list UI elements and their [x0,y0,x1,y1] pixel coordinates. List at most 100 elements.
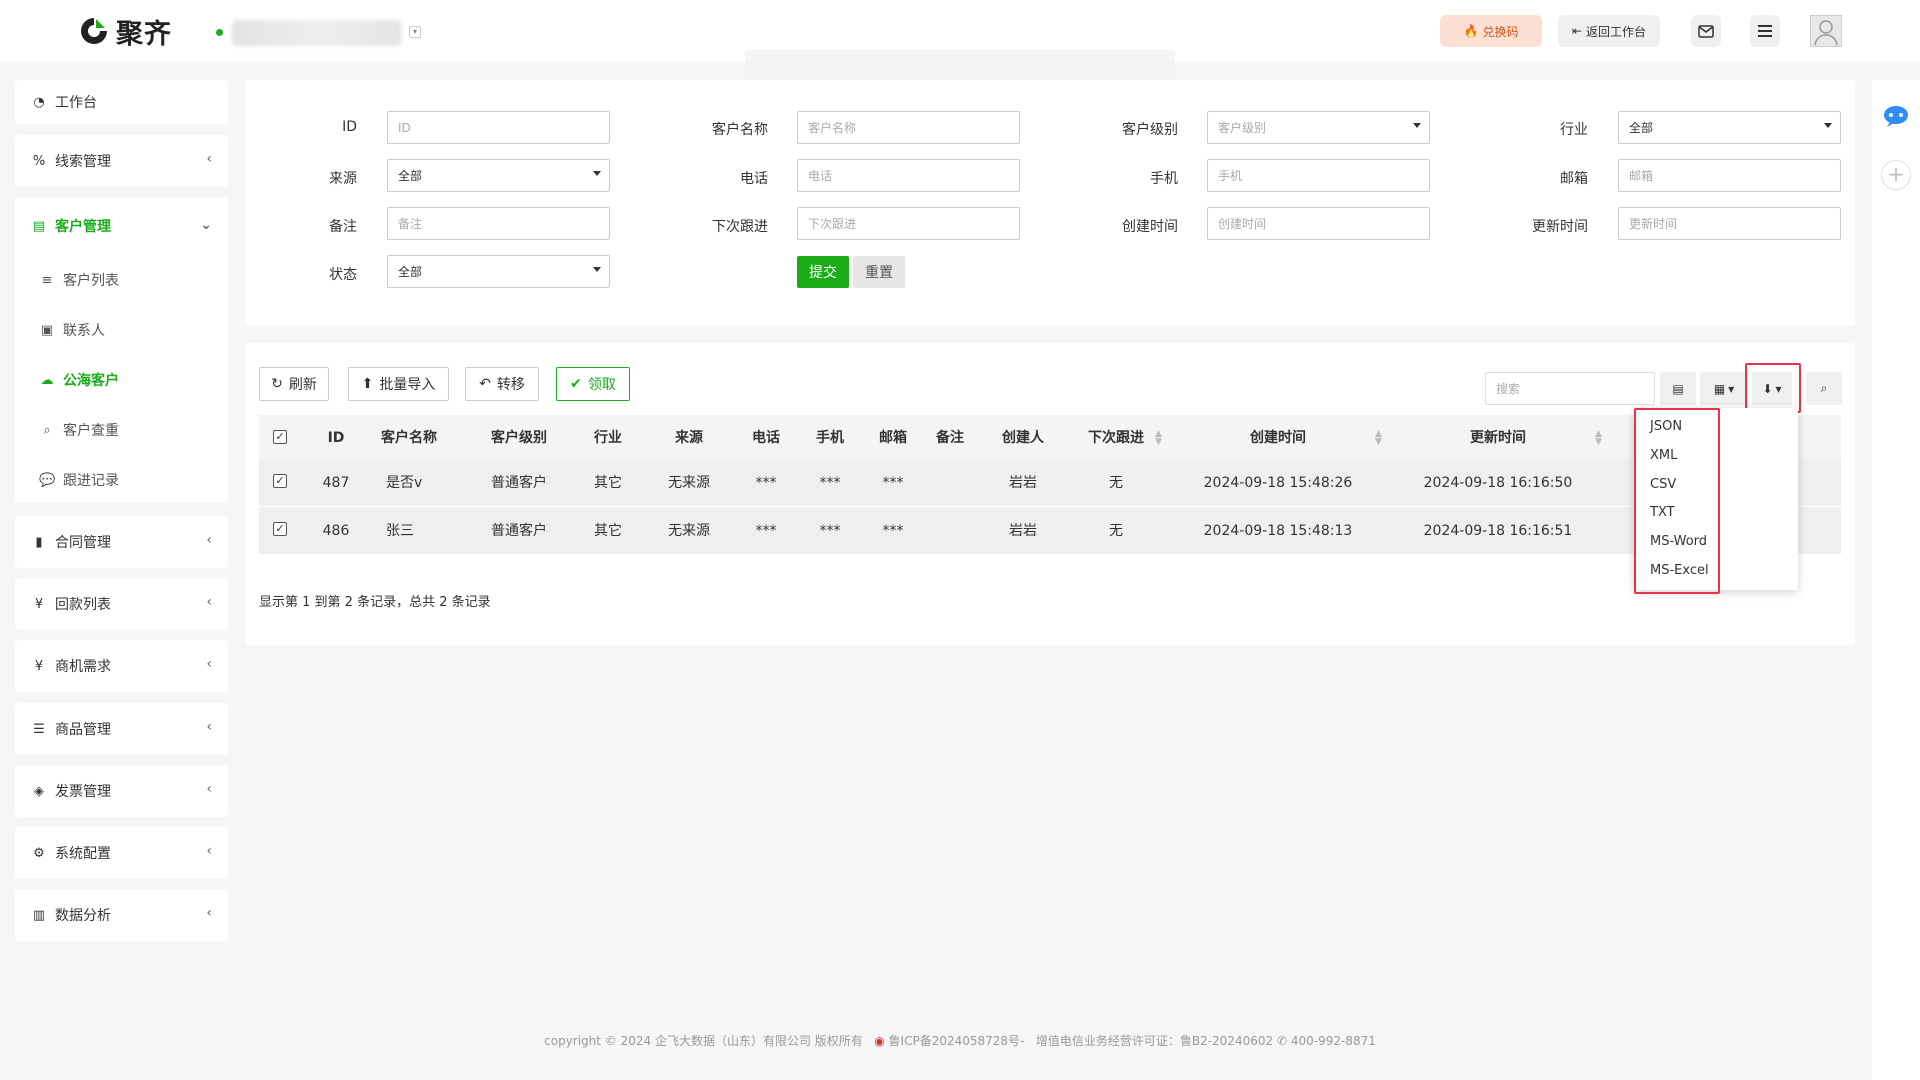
filter-label-next-followup: 下次跟进 [712,219,768,235]
sidebar-item-invoices[interactable]: ◈ 发票管理 ‹ [15,765,228,817]
row-checkbox[interactable]: ✓ [273,522,287,536]
sidebar-item-label: 工作台 [55,95,97,111]
company-switcher[interactable] [232,20,402,46]
sidebar-item-payments[interactable]: ¥ 回款列表 ‹ [15,578,228,630]
submit-button[interactable]: 提交 [797,256,849,288]
logo-icon [81,18,107,44]
sidebar-item-workbench[interactable]: ◔ 工作台 [15,80,228,124]
source-select[interactable]: 全部 [387,159,610,192]
filter-label-created: 创建时间 [1122,219,1178,235]
sort-icon[interactable]: ▲ ▼ [1595,430,1602,447]
redeem-code-button[interactable]: 🔥 兑换码 [1440,15,1542,47]
cell-industry: 其它 [594,475,622,491]
sidebar-subitem-customer-list[interactable]: ≡ 客户列表 [15,255,228,305]
toggle-view-button[interactable]: ▤ [1660,372,1696,405]
filter-label-remark: 备注 [329,219,357,235]
back-icon: ⇤ [1571,24,1583,38]
reset-button[interactable]: 重置 [853,256,905,288]
col-email[interactable]: 邮箱 [873,428,913,448]
col-name[interactable]: 客户名称 [374,428,444,448]
col-updated[interactable]: 更新时间 [1463,428,1533,448]
chevron-left-icon: ‹ [206,781,212,797]
sidebar-subitem-public-customers[interactable]: ☁ 公海客户 [15,355,228,405]
col-mobile[interactable]: 手机 [810,428,850,448]
sort-icon[interactable]: ▲ ▼ [1375,430,1382,447]
col-remark[interactable]: 备注 [930,428,970,448]
col-id[interactable]: ID [323,428,349,448]
email-field[interactable]: 邮箱 [1618,159,1841,192]
cell-source: 无来源 [668,523,710,539]
back-to-workbench-button[interactable]: ⇤ 返回工作台 [1558,15,1660,47]
advanced-search-button[interactable]: ⌕ [1806,372,1842,405]
brand-name: 聚齐 [116,18,172,50]
select-value: 全部 [1629,121,1654,135]
table-search-input[interactable]: 搜索 [1485,372,1655,405]
logo[interactable]: 聚齐 [78,12,172,50]
bar-chart-icon: ▥ [32,907,46,923]
col-source[interactable]: 来源 [669,428,709,448]
mail-button[interactable] [1691,15,1721,47]
col-next-followup[interactable]: 下次跟进 [1081,428,1151,448]
remark-field[interactable]: 备注 [387,207,610,240]
filter-label-level: 客户级别 [1122,122,1178,138]
mobile-field[interactable]: 手机 [1207,159,1430,192]
sidebar-item-products[interactable]: ☰ 商品管理 ‹ [15,703,228,755]
sidebar-subitem-contacts[interactable]: ▣ 联系人 [15,305,228,355]
updated-time-field[interactable]: 更新时间 [1618,207,1841,240]
select-all-checkbox[interactable]: ✓ [273,430,287,444]
refresh-button[interactable]: ↻ 刷新 [259,367,329,401]
sidebar-item-label: 合同管理 [55,535,111,551]
sidebar-item-label: 线索管理 [55,154,111,170]
status-select[interactable]: 全部 [387,255,610,288]
cell-mobile: *** [819,475,841,491]
sidebar-item-settings[interactable]: ⚙ 系统配置 ‹ [15,827,228,879]
contact-icon: ▣ [40,322,54,338]
columns-button[interactable]: ▦ ▾ [1700,372,1748,405]
col-phone[interactable]: 电话 [746,428,786,448]
chevron-down-icon[interactable]: ▾ [409,26,421,38]
claim-button[interactable]: ✔ 领取 [556,367,630,401]
id-field[interactable]: ID [387,111,610,144]
industry-select[interactable]: 全部 [1618,111,1841,144]
search-icon: ⌕ [1820,381,1828,395]
created-time-field[interactable]: 创建时间 [1207,207,1430,240]
chat-icon: 💬 [39,472,56,488]
chevron-left-icon: ‹ [206,905,212,921]
sidebar-item-opportunities[interactable]: ¥ 商机需求 ‹ [15,640,228,692]
copyright-text: copyright © 2024 企飞大数据（山东）有限公司 版权所有 [544,1034,863,1048]
sidebar-subitem-followups[interactable]: 💬 跟进记录 [15,455,228,505]
icp-link[interactable]: 鲁ICP备2024058728号- [889,1034,1025,1048]
sidebar-item-analytics[interactable]: ▥ 数据分析 ‹ [15,889,228,941]
add-icon[interactable]: + [1881,160,1911,190]
sidebar-item-customers[interactable]: ▤ 客户管理 ⌄ [15,197,228,255]
phone-icon: ✆ [1276,1034,1288,1048]
avatar[interactable] [1810,15,1842,47]
sort-icon[interactable]: ▲ ▼ [1155,430,1162,447]
sidebar-item-label: 商品管理 [55,722,111,738]
phone-field[interactable]: 电话 [797,159,1020,192]
pagination-summary: 显示第 1 到第 2 条记录，总共 2 条记录 [259,595,491,610]
sidebar-item-label: 数据分析 [55,908,111,924]
cell-id: 487 [322,475,350,491]
sidebar-subitem-dedupe[interactable]: ⌕ 客户查重 [15,405,228,455]
next-followup-field[interactable]: 下次跟进 [797,207,1020,240]
search-icon: ⌕ [43,422,51,438]
sidebar-subitem-label: 公海客户 [63,373,119,389]
footer-phone: 400-992-8871 [1290,1034,1376,1048]
col-level[interactable]: 客户级别 [484,428,554,448]
filter-label-industry: 行业 [1560,122,1588,138]
col-industry[interactable]: 行业 [588,428,628,448]
menu-button[interactable] [1750,15,1780,47]
sidebar-item-contracts[interactable]: ▮ 合同管理 ‹ [15,516,228,568]
col-created[interactable]: 创建时间 [1243,428,1313,448]
sidebar-item-leads[interactable]: % 线索管理 ‹ [15,135,228,187]
customer-name-field[interactable]: 客户名称 [797,111,1020,144]
cell-updated: 2024-09-18 16:16:51 [1423,523,1573,539]
batch-import-button[interactable]: ⬆ 批量导入 [348,367,449,401]
transfer-button[interactable]: ↶ 转移 [465,367,539,401]
col-creator[interactable]: 创建人 [995,428,1051,448]
customer-level-select[interactable]: 客户级别 [1207,111,1430,144]
sidebar-item-label: 客户管理 [55,219,111,235]
chat-bot-icon[interactable] [1882,104,1910,128]
row-checkbox[interactable]: ✓ [273,474,287,488]
